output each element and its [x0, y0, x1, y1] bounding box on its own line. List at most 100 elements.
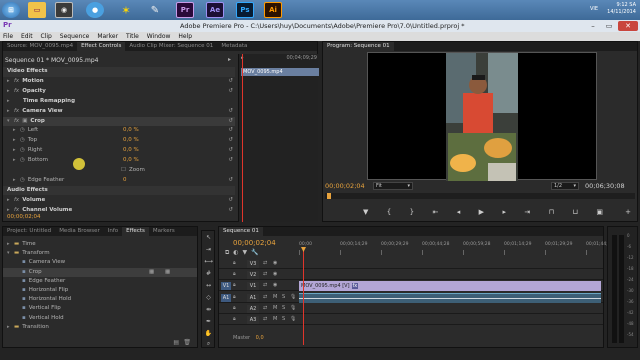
- add-marker-icon[interactable]: ▼: [363, 208, 368, 218]
- source-patch-video[interactable]: V1: [221, 281, 231, 290]
- lock-icon[interactable]: 🔒︎: [233, 260, 236, 266]
- effect-item[interactable]: ▪ Vertical Hold: [3, 314, 197, 324]
- effect-timeline[interactable]: ▸ 00;04;09;29 MOV_0095.mp4: [238, 54, 319, 222]
- sync-lock-icon[interactable]: ⇄: [263, 294, 267, 300]
- fx-row-volume[interactable]: ▸ fx Volume ↺: [3, 196, 235, 206]
- voiceover-icon[interactable]: 🎙︎: [290, 305, 296, 311]
- tab-metadata[interactable]: Metadata: [217, 42, 251, 51]
- expand-triangle-icon[interactable]: ▸: [13, 126, 20, 136]
- footer-timecode[interactable]: 00;00;02;04: [7, 214, 41, 220]
- ripple-edit-tool-icon[interactable]: ⟷: [204, 257, 213, 266]
- solo-button[interactable]: S: [282, 316, 285, 322]
- sync-lock-icon[interactable]: ⇄: [263, 260, 267, 266]
- effect-item[interactable]: ▸ ▬ Transition: [3, 323, 197, 333]
- fx-row-crop[interactable]: ▾ fx ▣ Crop ↺: [3, 116, 235, 127]
- rate-stretch-tool-icon[interactable]: ↔: [204, 281, 213, 290]
- razor-tool-icon[interactable]: ◇: [204, 293, 213, 302]
- stopwatch-icon[interactable]: ◷: [20, 157, 25, 163]
- go-to-in-icon[interactable]: ⇤: [433, 208, 439, 218]
- start-button[interactable]: ⊞: [2, 2, 20, 18]
- fx-row-edge-feather[interactable]: ▸ ◷ Edge Feather 0 ↺: [3, 176, 235, 186]
- master-value[interactable]: 0,0: [256, 335, 264, 341]
- add-marker-icon[interactable]: ▼: [243, 249, 252, 256]
- clip-bar[interactable]: MOV_0095.mp4: [241, 68, 319, 76]
- param-value[interactable]: 0,0 %: [123, 126, 139, 136]
- program-playhead[interactable]: [327, 193, 331, 199]
- stopwatch-icon[interactable]: ◷: [20, 177, 25, 183]
- effect-item[interactable]: ▸ ▬ Time: [3, 240, 197, 250]
- settings-icon[interactable]: 🔧: [251, 249, 262, 256]
- program-scrubber[interactable]: [325, 193, 635, 199]
- track-name[interactable]: V1: [247, 281, 259, 290]
- linked-selection-icon[interactable]: ◐: [233, 249, 242, 256]
- source-patch-audio[interactable]: A1: [221, 294, 231, 303]
- timeline-current-time[interactable]: 00;00;02;04: [233, 239, 276, 247]
- timeline-ruler[interactable]: 00;00 00;00;14;29 00;00;29;29 00;00;44;28 00…: [299, 242, 613, 256]
- lock-icon[interactable]: 🔒︎: [233, 271, 236, 277]
- reset-icon[interactable]: ↺: [228, 107, 233, 117]
- eye-icon[interactable]: ◉: [273, 282, 277, 288]
- effect-item[interactable]: ▪ Vertical Flip: [3, 304, 197, 314]
- menu-file[interactable]: File: [0, 32, 16, 41]
- collapse-triangle-icon[interactable]: ▾: [7, 249, 14, 259]
- param-value[interactable]: 0,0 %: [123, 156, 139, 166]
- effect-item[interactable]: ▪ Crop ▦ ▦: [3, 267, 197, 278]
- stopwatch-icon[interactable]: ◷: [20, 127, 25, 133]
- star-icon[interactable]: ✶: [117, 2, 135, 18]
- expand-triangle-icon[interactable]: ▸: [13, 176, 20, 186]
- fx-row-bottom[interactable]: ▸ ◷ Bottom 0,0 % ↺: [3, 156, 235, 166]
- step-forward-icon[interactable]: ▸: [502, 208, 506, 218]
- lock-icon[interactable]: 🔒︎: [233, 316, 236, 322]
- fx-row-motion[interactable]: ▸ fx Motion ↺: [3, 77, 235, 87]
- close-button[interactable]: ✕: [618, 21, 638, 31]
- new-bin-icon[interactable]: ▤: [173, 339, 179, 346]
- solo-button[interactable]: S: [282, 294, 285, 300]
- expand-triangle-icon[interactable]: ▸: [7, 240, 14, 250]
- go-to-out-icon[interactable]: ⇥: [524, 208, 530, 218]
- tab-sequence[interactable]: Sequence 01: [219, 227, 263, 236]
- eye-icon[interactable]: ◉: [273, 271, 277, 277]
- expand-triangle-icon[interactable]: ▸: [13, 146, 20, 156]
- fx-row-time-remapping[interactable]: ▸ Time Remapping: [3, 97, 235, 107]
- expand-triangle-icon[interactable]: ▸: [13, 136, 20, 146]
- timeline-playhead[interactable]: [303, 247, 304, 345]
- menu-title[interactable]: Title: [123, 32, 142, 41]
- track-select-tool-icon[interactable]: ⇥: [204, 245, 213, 254]
- resolution-dropdown[interactable]: 1/2 ▾: [551, 182, 579, 190]
- paint-icon[interactable]: ✎: [146, 2, 164, 18]
- param-value[interactable]: 0,0 %: [123, 136, 139, 146]
- panel-arrow-icon[interactable]: ▸: [228, 56, 231, 63]
- chrome-icon[interactable]: ●: [86, 2, 104, 18]
- menu-clip[interactable]: Clip: [38, 32, 55, 41]
- step-back-icon[interactable]: ◂: [457, 208, 461, 218]
- voiceover-icon[interactable]: 🎙︎: [290, 316, 296, 322]
- illustrator-icon[interactable]: Ai: [264, 2, 282, 18]
- play-icon[interactable]: ▶: [479, 208, 484, 218]
- video-frame[interactable]: [367, 52, 597, 181]
- video-clip[interactable]: MOV_0095.mp4 [V] fx: [299, 280, 601, 291]
- reset-icon[interactable]: ↺: [228, 206, 233, 216]
- mark-out-icon[interactable]: }: [410, 208, 414, 218]
- tab-source[interactable]: Source: MOV_0095.mp4: [3, 42, 77, 51]
- track-name[interactable]: A1: [247, 294, 259, 303]
- tab-effect-controls[interactable]: Effect Controls: [77, 42, 126, 51]
- sync-lock-icon[interactable]: ⇄: [263, 305, 267, 311]
- menu-sequence[interactable]: Sequence: [57, 32, 93, 41]
- eye-icon[interactable]: ◉: [273, 260, 277, 266]
- menu-help[interactable]: Help: [175, 32, 195, 41]
- program-current-time[interactable]: 00;00;02;04: [325, 182, 365, 190]
- zoom-tool-icon[interactable]: ⌕: [204, 339, 213, 348]
- tab-info[interactable]: Info: [104, 227, 122, 236]
- menu-edit[interactable]: Edit: [18, 32, 36, 41]
- after-effects-icon[interactable]: Ae: [206, 2, 224, 18]
- fx-row-zoom[interactable]: ☐ Zoom: [3, 166, 235, 176]
- audio-clip[interactable]: [299, 293, 601, 304]
- stopwatch-icon[interactable]: ◷: [20, 137, 25, 143]
- fx-row-audio-effects[interactable]: Audio Effects: [3, 185, 235, 196]
- track-name[interactable]: A2: [247, 305, 259, 314]
- add-button-icon[interactable]: +: [625, 208, 631, 216]
- fx-row-video-effects[interactable]: Video Effects: [3, 67, 235, 77]
- fx-row-left[interactable]: ▸ ◷ Left 0,0 % ↺: [3, 126, 235, 136]
- maximize-button[interactable]: ▭: [602, 21, 616, 31]
- reset-icon[interactable]: ↺: [228, 117, 233, 127]
